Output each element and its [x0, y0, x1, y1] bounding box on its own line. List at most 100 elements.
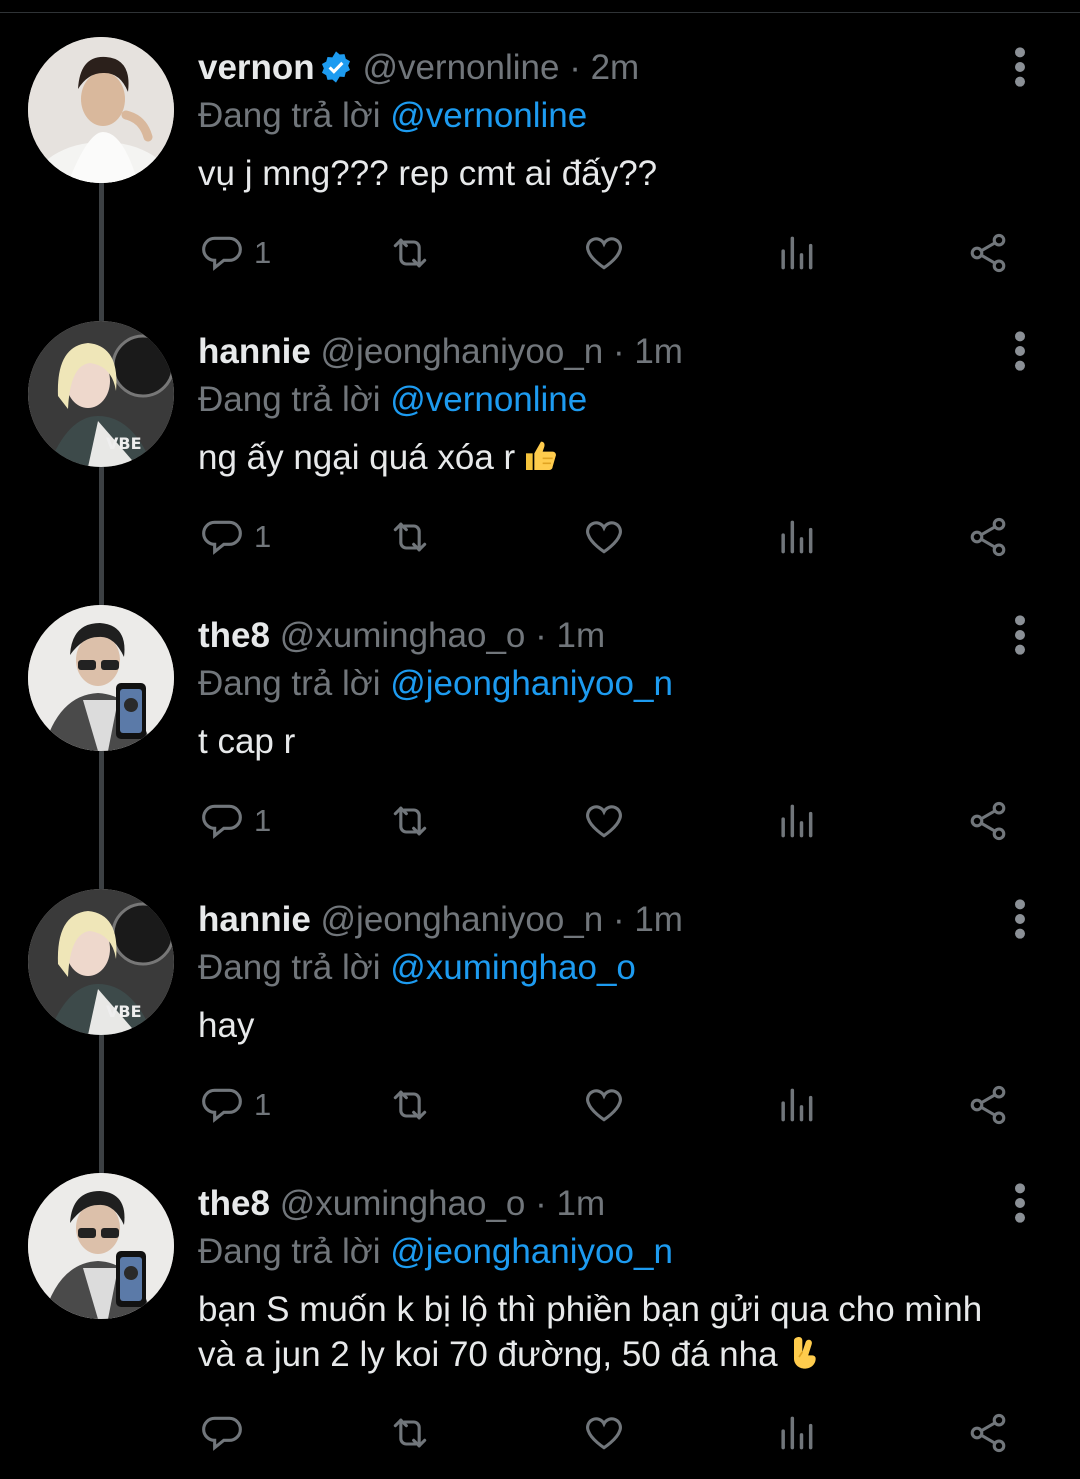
share-icon: [966, 799, 1010, 843]
tweet-actions: 1: [196, 512, 1026, 562]
separator-dot: ·: [525, 1184, 557, 1223]
like-button[interactable]: [582, 1408, 626, 1458]
views-icon: [774, 1411, 818, 1455]
share-icon: [966, 1411, 1010, 1455]
like-icon: [582, 515, 626, 559]
timestamp[interactable]: 1m: [557, 616, 606, 655]
timestamp[interactable]: 1m: [634, 900, 683, 939]
mention-link[interactable]: @vernonline: [390, 380, 587, 419]
avatar-the8[interactable]: [28, 1173, 174, 1319]
views-icon: [774, 231, 818, 275]
share-button[interactable]: [966, 1080, 1010, 1130]
views-icon: [774, 1083, 818, 1127]
like-button[interactable]: [582, 1080, 626, 1130]
retweet-button[interactable]: [388, 1408, 432, 1458]
retweet-icon: [388, 799, 432, 843]
user-handle[interactable]: @vernonline: [362, 48, 559, 87]
retweet-button[interactable]: [388, 228, 432, 278]
tweet[interactable]: VBE hannie @jeonghaniyoo_n · 1m Đang trả l…: [0, 321, 1080, 605]
separator-dot: ·: [525, 616, 557, 655]
more-options-icon[interactable]: [1005, 45, 1035, 89]
replying-to: Đang trả lời @jeonghaniyoo_n: [198, 1227, 673, 1277]
retweet-button[interactable]: [388, 796, 432, 846]
tweet-text-body: ng ấy ngại quá xóa r: [198, 438, 516, 477]
views-icon: [774, 799, 818, 843]
like-button[interactable]: [582, 796, 626, 846]
more-options-icon[interactable]: [1005, 613, 1035, 657]
like-icon: [582, 1083, 626, 1127]
share-button[interactable]: [966, 228, 1010, 278]
reply-button[interactable]: 1: [200, 228, 271, 278]
tweet-actions: 1: [196, 228, 1026, 278]
tweet-text-body: vụ j mng??? rep cmt ai đấy??: [198, 154, 658, 193]
verified-badge-icon: [319, 50, 353, 84]
tweet-text: hay: [198, 1003, 1018, 1048]
share-button[interactable]: [966, 796, 1010, 846]
avatar-hannie[interactable]: VBE: [28, 889, 174, 1035]
display-name[interactable]: hannie: [198, 900, 311, 939]
share-button[interactable]: [966, 512, 1010, 562]
mention-link[interactable]: @jeonghaniyoo_n: [390, 664, 673, 703]
user-handle[interactable]: @jeonghaniyoo_n: [321, 332, 604, 371]
timestamp[interactable]: 1m: [557, 1184, 606, 1223]
replying-label: Đang trả lời: [198, 96, 381, 135]
display-name[interactable]: the8: [198, 616, 270, 655]
reply-icon: [200, 1083, 244, 1127]
separator-dot: ·: [603, 900, 635, 939]
reply-icon: [200, 515, 244, 559]
mention-link[interactable]: @xuminghao_o: [390, 948, 636, 987]
reply-count: 1: [254, 519, 272, 554]
timestamp[interactable]: 1m: [634, 332, 683, 371]
display-name[interactable]: hannie: [198, 332, 311, 371]
like-icon: [582, 799, 626, 843]
tweet[interactable]: the8 @xuminghao_o · 1m Đang trả lời @jeon…: [0, 605, 1080, 889]
retweet-icon: [388, 1411, 432, 1455]
more-options-icon[interactable]: [1005, 329, 1035, 373]
tweet-text: bạn S muốn k bị lộ thì phiền bạn gửi qua…: [198, 1287, 1018, 1377]
top-divider: [0, 12, 1080, 13]
tweet-text-body: bạn S muốn k bị lộ thì phiền bạn gửi qua…: [198, 1290, 983, 1374]
retweet-button[interactable]: [388, 1080, 432, 1130]
like-button[interactable]: [582, 512, 626, 562]
reply-icon: [200, 799, 244, 843]
tweet-text: t cap r: [198, 719, 1018, 764]
tweet-text: ng ấy ngại quá xóa r: [198, 435, 1018, 480]
timestamp[interactable]: 2m: [591, 48, 640, 87]
views-button[interactable]: [774, 1408, 818, 1458]
reply-button[interactable]: 1: [200, 796, 271, 846]
share-button[interactable]: [966, 1408, 1010, 1458]
retweet-button[interactable]: [388, 512, 432, 562]
views-button[interactable]: [774, 796, 818, 846]
user-handle[interactable]: @xuminghao_o: [280, 616, 526, 655]
separator-dot: ·: [603, 332, 635, 371]
reply-button[interactable]: [200, 1408, 244, 1458]
avatar-vernon[interactable]: [28, 37, 174, 183]
replying-to: Đang trả lời @vernonline: [198, 375, 587, 425]
display-name[interactable]: the8: [198, 1184, 270, 1223]
reply-button[interactable]: 1: [200, 1080, 271, 1130]
avatar-hannie[interactable]: VBE: [28, 321, 174, 467]
like-button[interactable]: [582, 228, 626, 278]
reply-button[interactable]: 1: [200, 512, 271, 562]
avatar-the8[interactable]: [28, 605, 174, 751]
reply-count: 1: [254, 235, 272, 270]
tweet[interactable]: vernon @vernonline · 2m Đang trả lời @ver…: [0, 37, 1080, 321]
more-options-icon[interactable]: [1005, 1181, 1035, 1225]
replying-label: Đang trả lời: [198, 664, 381, 703]
tweet-header: the8 @xuminghao_o · 1m: [198, 611, 980, 661]
share-icon: [966, 515, 1010, 559]
views-button[interactable]: [774, 1080, 818, 1130]
tweet[interactable]: VBE hannie @jeonghaniyoo_n · 1m Đang trả l…: [0, 889, 1080, 1173]
user-handle[interactable]: @xuminghao_o: [280, 1184, 526, 1223]
mention-link[interactable]: @vernonline: [390, 96, 587, 135]
tweet-actions: [196, 1408, 1026, 1458]
replying-label: Đang trả lời: [198, 948, 381, 987]
retweet-icon: [388, 1083, 432, 1127]
mention-link[interactable]: @jeonghaniyoo_n: [390, 1232, 673, 1271]
more-options-icon[interactable]: [1005, 897, 1035, 941]
display-name[interactable]: vernon: [198, 48, 315, 87]
views-button[interactable]: [774, 512, 818, 562]
replying-to: Đang trả lời @vernonline: [198, 91, 587, 141]
user-handle[interactable]: @jeonghaniyoo_n: [321, 900, 604, 939]
views-button[interactable]: [774, 228, 818, 278]
